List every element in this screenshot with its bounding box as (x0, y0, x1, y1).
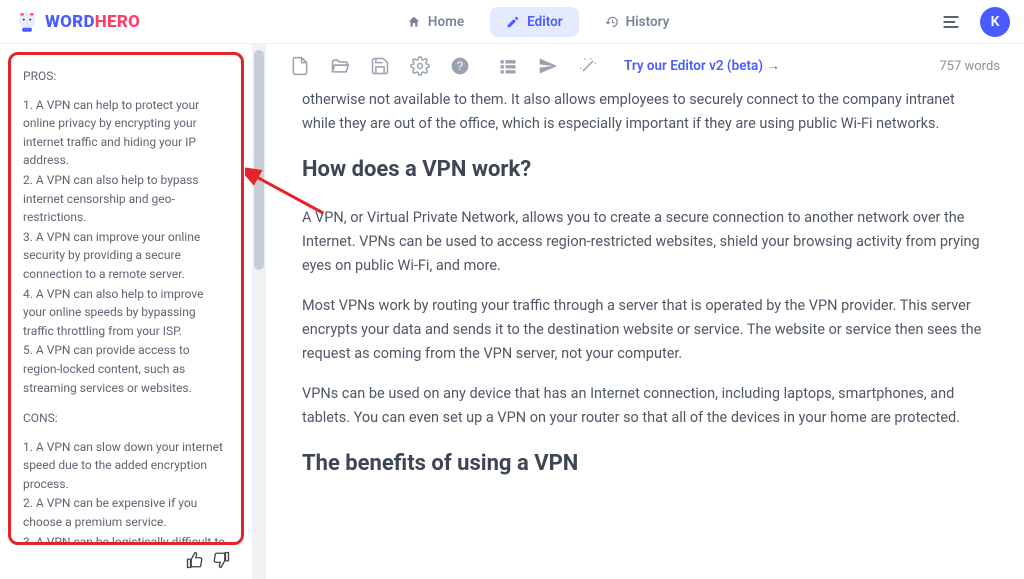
top-nav: Home Editor History (391, 7, 685, 37)
editor-main: ? Try our Editor v2 (beta) → 757 words o… (266, 44, 1024, 579)
list-item: 2. A VPN can be expensive if you choose … (23, 494, 229, 531)
list-item: 2. A VPN can also help to bypass interne… (23, 171, 229, 227)
heading: The benefits of using a VPN (302, 446, 988, 482)
new-file-icon[interactable] (290, 56, 310, 76)
nav-editor-label: Editor (527, 14, 562, 30)
vertical-scrollbar[interactable] (252, 44, 266, 579)
paragraph: VPNs can be used on any device that has … (302, 382, 988, 430)
open-folder-icon[interactable] (330, 56, 350, 76)
heading: How does a VPN work? (302, 152, 988, 188)
pencil-icon (506, 15, 520, 29)
history-icon (605, 15, 619, 29)
hamburger-icon (941, 12, 961, 32)
list-item: 1. A VPN can slow down your internet spe… (23, 438, 229, 494)
paragraph: otherwise not available to them. It also… (302, 88, 988, 136)
nav-home[interactable]: Home (391, 7, 480, 37)
help-icon[interactable]: ? (450, 56, 470, 76)
header-right: K (936, 7, 1010, 37)
brand-logo[interactable]: WORDHERO (14, 9, 140, 35)
word-count: 757 words (939, 59, 1000, 74)
list-item: 4. A VPN can also help to improve your o… (23, 285, 229, 341)
list-item: 3. A VPN can improve your online securit… (23, 228, 229, 284)
try-v2-link[interactable]: Try our Editor v2 (beta) → (624, 58, 780, 74)
gear-icon[interactable] (410, 56, 430, 76)
list-item: 3. A VPN can be logistically difficult t… (23, 533, 229, 545)
paragraph: A VPN, or Virtual Private Network, allow… (302, 206, 988, 278)
scrollbar-thumb[interactable] (254, 50, 264, 270)
brand-text: WORDHERO (45, 12, 140, 32)
article-content[interactable]: otherwise not available to them. It also… (266, 88, 1024, 524)
avatar-initial: K (991, 14, 1000, 30)
editor-toolbar: ? Try our Editor v2 (beta) → 757 words (266, 44, 1024, 88)
svg-text:?: ? (457, 60, 464, 73)
list-item: 5. A VPN can provide access to region-lo… (23, 341, 229, 397)
app-body: PROS: 1. A VPN can help to protect your … (0, 44, 1024, 579)
save-icon[interactable] (370, 56, 390, 76)
mascot-icon (14, 9, 40, 35)
list-icon[interactable] (498, 56, 518, 76)
magic-wand-icon[interactable] (578, 56, 598, 76)
nav-history-label: History (626, 14, 670, 30)
ai-output-sidebar: PROS: 1. A VPN can help to protect your … (0, 44, 252, 579)
user-avatar[interactable]: K (980, 7, 1010, 37)
thumbs-down-icon[interactable] (212, 551, 230, 569)
nav-home-label: Home (428, 14, 464, 30)
feedback-buttons (8, 545, 244, 569)
menu-button[interactable] (936, 7, 966, 37)
send-icon[interactable] (538, 56, 558, 76)
list-item: 1. A VPN can help to protect your online… (23, 96, 229, 170)
paragraph: Most VPNs work by routing your traffic t… (302, 294, 988, 366)
cons-header: CONS: (23, 409, 229, 428)
thumbs-up-icon[interactable] (186, 551, 204, 569)
app-header: WORDHERO Home Editor History K (0, 0, 1024, 44)
nav-editor[interactable]: Editor (490, 7, 578, 37)
ai-output-box: PROS: 1. A VPN can help to protect your … (8, 52, 244, 545)
nav-history[interactable]: History (589, 7, 686, 37)
home-icon (407, 15, 421, 29)
pros-header: PROS: (23, 67, 229, 86)
